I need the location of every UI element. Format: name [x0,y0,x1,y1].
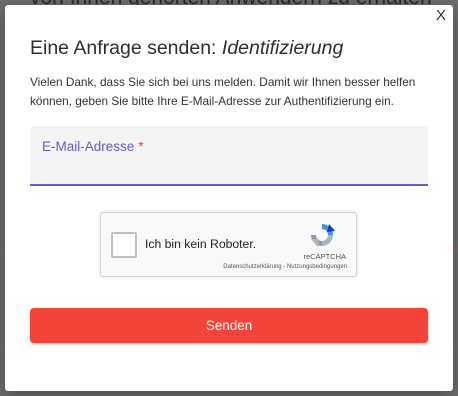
submit-button[interactable]: Senden [30,308,428,343]
background-divider [453,248,458,249]
email-field-label: E-Mail-Adresse * [42,139,144,154]
email-field[interactable]: E-Mail-Adresse * [30,126,428,186]
email-input[interactable] [42,160,416,180]
recaptcha-label: Ich bin kein Roboter. [145,237,257,251]
recaptcha-links[interactable]: Datenschutzerklärung - Nutzungsbedingung… [223,264,347,270]
dialog-title: Eine Anfrage senden: Identifizierung [30,37,343,60]
dialog-title-prefix: Eine Anfrage senden: [30,37,222,59]
recaptcha-checkbox[interactable] [111,232,137,258]
background-divider [453,345,458,346]
required-mark: * [138,139,144,154]
recaptcha-brand: reCAPTCHA [303,252,346,261]
recaptcha-logo-icon [311,224,335,247]
email-label-text: E-Mail-Adresse [42,139,135,154]
recaptcha-widget: Ich bin kein Roboter. reCAPTCHA Datensch… [100,212,357,277]
request-dialog: X Eine Anfrage senden: Identifizierung V… [5,5,453,391]
dialog-description: Vielen Dank, dass Sie sich bei uns melde… [30,75,416,108]
close-button[interactable]: X [433,8,449,24]
dialog-title-emphasis: Identifizierung [221,37,344,59]
